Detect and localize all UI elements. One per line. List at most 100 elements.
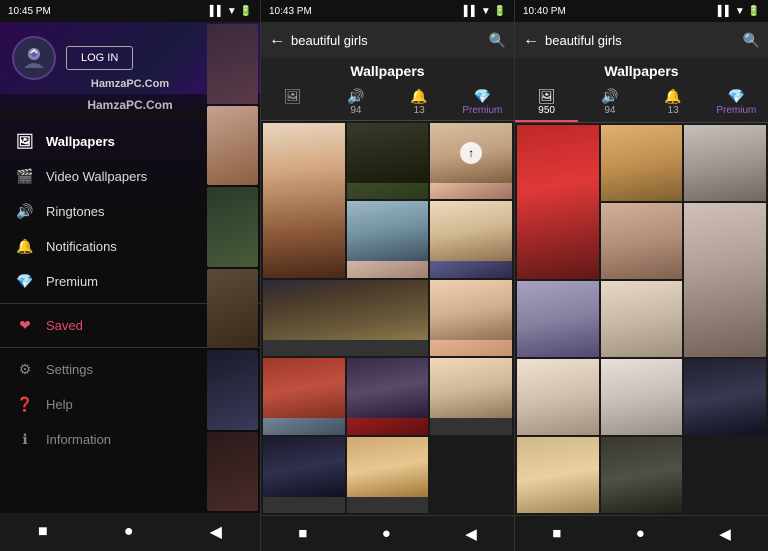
middle-nav-back[interactable]: ◀ — [465, 525, 477, 543]
left-photo-strip — [205, 22, 260, 513]
hamzapc-text: HamzaPC.Com — [87, 98, 172, 112]
right-photo-4[interactable] — [601, 203, 683, 279]
right-search-query: beautiful girls — [545, 33, 737, 48]
right-photo-3[interactable] — [684, 125, 766, 201]
left-nav-square[interactable]: ■ — [38, 523, 48, 541]
right-tab-ringtones[interactable]: 🔊 94 — [578, 84, 641, 122]
right-status-bar: 10:40 PM ▌▌ ▼ 🔋 — [515, 0, 768, 22]
middle-photo-2[interactable] — [347, 123, 429, 199]
information-icon: ℹ — [16, 431, 34, 448]
right-photo-9[interactable] — [601, 359, 683, 435]
middle-tabs: 🖼 🔊 94 🔔 13 💎 Premium — [261, 84, 514, 121]
right-tab-notif-count: 13 — [668, 105, 679, 116]
middle-bottom-nav: ■ ● ◀ — [261, 515, 514, 551]
middle-back-arrow[interactable]: ← — [269, 31, 285, 49]
right-tab-notif-icon: 🔔 — [664, 88, 681, 105]
middle-tab-wallpapers[interactable]: 🖼 — [261, 84, 324, 120]
middle-status-icons: ▌▌ ▼ 🔋 — [464, 6, 506, 17]
right-status-icons: ▌▌ ▼ 🔋 — [718, 6, 760, 17]
right-photo-1[interactable] — [517, 125, 599, 279]
right-tab-notifications[interactable]: 🔔 13 — [642, 84, 705, 122]
right-photo-7[interactable] — [601, 281, 683, 357]
left-nav-circle[interactable]: ● — [124, 523, 134, 541]
right-tab-wallpapers-icon: 🖼 — [538, 88, 556, 105]
settings-label: Settings — [46, 362, 93, 377]
right-nav-back[interactable]: ◀ — [719, 525, 731, 543]
right-search-icon[interactable]: 🔍 — [743, 32, 760, 49]
middle-tab-ringtones-count: 94 — [350, 105, 361, 116]
video-wallpapers-icon: 🎬 — [16, 168, 34, 185]
left-status-icons: ▌▌ ▼ 🔋 — [210, 6, 252, 17]
right-photo-6[interactable] — [517, 281, 599, 357]
middle-tab-notif-count: 13 — [414, 105, 425, 116]
middle-tab-ringtones[interactable]: 🔊 94 — [324, 84, 387, 120]
left-bottom-nav: ■ ● ◀ — [0, 513, 260, 551]
notifications-icon: 🔔 — [16, 238, 34, 255]
middle-search-query: beautiful girls — [291, 33, 483, 48]
right-tab-wallpapers-count: 950 — [538, 105, 555, 116]
left-panel: 10:45 PM ▌▌ ▼ 🔋 LOG IN D HamzaPC.Com Ham… — [0, 0, 260, 551]
middle-photo-1[interactable] — [263, 123, 345, 278]
information-label: Information — [46, 432, 111, 447]
ringtones-icon: 🔊 — [16, 203, 34, 220]
middle-photo-7[interactable] — [430, 280, 512, 356]
right-photo-5[interactable] — [684, 203, 766, 357]
right-back-arrow[interactable]: ← — [523, 31, 539, 49]
right-panel: 10:40 PM ▌▌ ▼ 🔋 ← beautiful girls 🔍 Wall… — [514, 0, 768, 551]
right-photo-8[interactable] — [517, 359, 599, 435]
right-photo-10[interactable] — [684, 359, 766, 435]
right-tab-premium[interactable]: 💎 Premium — [705, 84, 768, 122]
settings-icon: ⚙ — [16, 361, 34, 378]
middle-photo-10[interactable] — [430, 358, 512, 434]
middle-panel: 10:43 PM ▌▌ ▼ 🔋 ← beautiful girls 🔍 Wall… — [260, 0, 514, 551]
watermark: HamzaPC.Com — [91, 78, 169, 90]
right-tab-wallpapers[interactable]: 🖼 950 — [515, 84, 578, 122]
middle-search-bar[interactable]: ← beautiful girls 🔍 — [261, 22, 514, 58]
middle-search-icon[interactable]: 🔍 — [489, 32, 506, 49]
right-search-bar[interactable]: ← beautiful girls 🔍 — [515, 22, 768, 58]
middle-photo-8[interactable] — [263, 358, 345, 434]
middle-section-title: Wallpapers — [261, 58, 514, 84]
strip-photo-3 — [207, 187, 258, 267]
middle-photo-3[interactable]: ↑ — [430, 123, 512, 199]
left-status-bar: 10:45 PM ▌▌ ▼ 🔋 — [0, 0, 260, 22]
middle-photo-11[interactable] — [263, 437, 345, 513]
middle-nav-square[interactable]: ■ — [298, 525, 307, 542]
middle-status-bar: 10:43 PM ▌▌ ▼ 🔋 — [261, 0, 514, 22]
premium-label: Premium — [46, 274, 98, 289]
strip-photo-5 — [207, 350, 258, 430]
video-wallpapers-label: Video Wallpapers — [46, 169, 147, 184]
ringtones-label: Ringtones — [46, 204, 105, 219]
help-icon: ❓ — [16, 396, 34, 413]
middle-photo-12[interactable] — [347, 437, 429, 513]
strip-photo-1 — [207, 24, 258, 104]
left-nav-back[interactable]: ◀ — [210, 522, 222, 542]
strip-photo-2 — [207, 106, 258, 186]
app-logo — [12, 36, 56, 80]
right-tabs: 🖼 950 🔊 94 🔔 13 💎 Premium — [515, 84, 768, 123]
middle-photo-4[interactable] — [347, 201, 429, 277]
login-button[interactable]: LOG IN — [66, 46, 133, 70]
middle-tab-ringtones-icon: 🔊 — [347, 88, 364, 105]
middle-tab-premium[interactable]: 💎 Premium — [451, 84, 514, 120]
right-nav-circle[interactable]: ● — [636, 525, 645, 542]
right-photo-2[interactable] — [601, 125, 683, 201]
right-photo-11[interactable] — [517, 437, 599, 513]
middle-photo-grid: ↑ — [261, 121, 514, 515]
right-nav-square[interactable]: ■ — [552, 525, 561, 542]
middle-tab-notifications[interactable]: 🔔 13 — [388, 84, 451, 120]
strip-photo-4 — [207, 269, 258, 349]
middle-photo-5[interactable] — [430, 201, 512, 277]
right-tab-ringtones-count: 94 — [604, 105, 615, 116]
middle-photo-9[interactable] — [347, 358, 429, 434]
right-section-title: Wallpapers — [515, 58, 768, 84]
right-photo-12[interactable] — [601, 437, 683, 513]
wallpapers-label: Wallpapers — [46, 134, 115, 149]
left-time: 10:45 PM — [8, 6, 51, 17]
middle-photo-6[interactable] — [263, 280, 428, 356]
wallpapers-icon: 🖼 — [16, 133, 34, 150]
right-tab-premium-label: Premium — [716, 105, 756, 116]
middle-tab-premium-label: Premium — [462, 105, 502, 116]
saved-icon: ❤ — [16, 317, 34, 334]
middle-nav-circle[interactable]: ● — [382, 525, 391, 542]
